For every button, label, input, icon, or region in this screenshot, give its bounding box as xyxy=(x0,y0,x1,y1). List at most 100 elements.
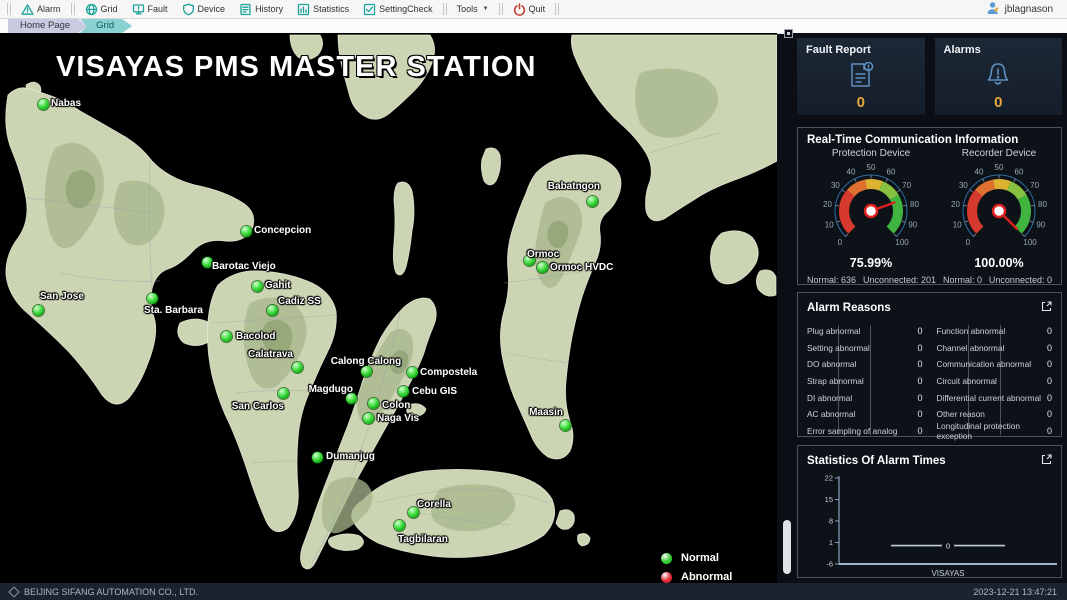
station-label-dumanjug[interactable]: Dumanjug xyxy=(326,451,375,462)
station-label-colon[interactable]: Colon xyxy=(382,400,410,411)
station-label-concepcion[interactable]: Concepcion xyxy=(254,225,311,236)
station-label-bacolod[interactable]: Bacolod xyxy=(236,331,275,342)
station-label-corella[interactable]: Corella xyxy=(417,499,451,510)
svg-text:0: 0 xyxy=(838,238,843,247)
station-dot-cebu-gis[interactable] xyxy=(398,386,409,397)
station-dot-naga-vis[interactable] xyxy=(363,413,374,424)
alarms-card[interactable]: Alarms 0 xyxy=(935,38,1063,115)
gauge-device-label: Protection Device xyxy=(832,148,910,159)
device-icon xyxy=(182,3,195,16)
alarm-reason-label: Channel abnormal xyxy=(937,343,1005,353)
map-legend: NormalAbnormal xyxy=(661,552,732,583)
history-icon xyxy=(239,3,252,16)
station-label-barotac-viejo[interactable]: Barotac Viejo xyxy=(212,261,276,272)
toolbar-separator xyxy=(71,3,75,15)
station-dot-san-jose[interactable] xyxy=(33,305,44,316)
station-dot-san-carlos[interactable] xyxy=(278,388,289,399)
comm-panel-title: Real-Time Communication Information xyxy=(807,134,1052,146)
alarm-reasons-expand-icon[interactable] xyxy=(1041,299,1052,317)
station-dot-barotac-viejo[interactable] xyxy=(202,257,213,268)
toolbar-button-device[interactable]: Device xyxy=(175,1,233,17)
station-dot-concepcion[interactable] xyxy=(241,226,252,237)
vertical-scrollbar-thumb[interactable] xyxy=(783,520,791,574)
toolbar-label-fault: Fault xyxy=(148,4,168,14)
station-label-cadiz-ss[interactable]: Cadiz SS xyxy=(278,296,321,307)
station-label-babatngon[interactable]: Babatngon xyxy=(548,181,600,192)
station-label-cebu-gis[interactable]: Cebu GIS xyxy=(412,386,457,397)
tab-grid[interactable]: Grid xyxy=(80,19,132,33)
station-label-compostela[interactable]: Compostela xyxy=(420,367,477,378)
comm-stat: Normal: 0 xyxy=(943,275,982,285)
station-label-maasin[interactable]: Maasin xyxy=(529,407,563,418)
toolbar-button-alarm[interactable]: Alarm xyxy=(14,1,68,17)
toolbar-button-statistics[interactable]: Statistics xyxy=(290,1,356,17)
toolbar-label-settingcheck: SettingCheck xyxy=(379,4,433,14)
station-label-gahit[interactable]: Gahit xyxy=(265,280,291,291)
station-label-magdugo[interactable]: Magdugo xyxy=(309,384,353,395)
alarm-reason-value: 0 xyxy=(917,326,922,336)
toolbar-button-settingcheck[interactable]: SettingCheck xyxy=(356,1,440,17)
svg-text:40: 40 xyxy=(975,168,984,177)
alarm-reason-label: AC abnormal xyxy=(807,409,855,419)
station-label-naga-vis[interactable]: Naga Vis xyxy=(377,413,419,424)
toolbar-button-fault[interactable]: Fault xyxy=(125,1,175,17)
station-dot-maasin[interactable] xyxy=(560,420,571,431)
alarm-reason-label: Strap abnormal xyxy=(807,376,864,386)
station-dot-dumanjug[interactable] xyxy=(312,452,323,463)
station-dot-calatrava[interactable] xyxy=(292,362,303,373)
svg-text:10: 10 xyxy=(825,220,834,229)
alarm-reasons-columns: Plug abnormal0Setting abnormal0DO abnorm… xyxy=(807,323,1052,439)
alarm-reason-label: Longitudinal protection exception xyxy=(937,421,1047,441)
username-label: jblagnason xyxy=(1005,4,1053,15)
toolbar-button-tools[interactable]: Tools▼ xyxy=(450,1,496,17)
alarm-reason-value: 0 xyxy=(1047,359,1052,369)
alarm-reason-row: Function abnormal0 xyxy=(937,323,1053,340)
station-dot-tagbilaran[interactable] xyxy=(394,520,405,531)
toolbar-label-alarm: Alarm xyxy=(37,4,61,14)
station-label-sta-barbara[interactable]: Sta. Barbara xyxy=(144,305,203,316)
station-dot-ormoc-hvdc[interactable] xyxy=(537,262,548,273)
station-dot-sta-barbara[interactable] xyxy=(147,293,158,304)
station-label-tagbilaran[interactable]: Tagbilaran xyxy=(398,534,448,545)
map-title: VISAYAS PMS MASTER STATION xyxy=(56,51,536,84)
station-label-san-carlos[interactable]: San Carlos xyxy=(232,401,284,412)
station-label-nabas[interactable]: Nabas xyxy=(51,98,81,109)
station-label-ormoc[interactable]: Ormoc xyxy=(527,249,559,260)
alarm-statistics-panel: Statistics Of Alarm Times 221581-60VISAY… xyxy=(797,445,1062,578)
legend-normal-dot xyxy=(661,553,672,564)
company-name: BEIJING SIFANG AUTOMATION CO., LTD. xyxy=(24,587,198,597)
toolbar-label-quit: Quit xyxy=(529,4,546,14)
fault-report-title: Fault Report xyxy=(806,44,916,56)
station-dot-bacolod[interactable] xyxy=(221,331,232,342)
panel-collapse-button[interactable] xyxy=(784,29,793,38)
toolbar-button-history[interactable]: History xyxy=(232,1,290,17)
toolbar-button-grid[interactable]: Grid xyxy=(78,1,125,17)
station-label-san-jose[interactable]: San Jose xyxy=(40,291,84,302)
station-dot-gahit[interactable] xyxy=(252,281,263,292)
toolbar-label-tools: Tools xyxy=(457,4,478,14)
status-bar: BEIJING SIFANG AUTOMATION CO., LTD. 2023… xyxy=(0,583,1067,600)
svg-text:22: 22 xyxy=(825,474,833,483)
station-dot-colon[interactable] xyxy=(368,398,379,409)
station-dot-babatngon[interactable] xyxy=(587,196,598,207)
toolbar-separator xyxy=(499,3,503,15)
alarm-statistics-expand-icon[interactable] xyxy=(1041,452,1052,470)
station-dot-cadiz-ss[interactable] xyxy=(267,305,278,316)
svg-text:100: 100 xyxy=(895,238,909,247)
svg-text:8: 8 xyxy=(829,517,833,526)
station-dot-nabas[interactable] xyxy=(38,99,49,110)
map-area[interactable]: VISAYAS PMS MASTER STATION Nabas Concepci… xyxy=(0,33,777,583)
station-label-ormoc-hvdc[interactable]: Ormoc HVDC xyxy=(550,262,613,273)
tab-home-page[interactable]: Home Page xyxy=(8,19,88,33)
alarm-reason-row: DI abnormal0 xyxy=(807,389,923,406)
station-dot-calong-calong[interactable] xyxy=(361,366,372,377)
comm-stat: Normal: 636 xyxy=(807,275,856,285)
toolbar-button-quit[interactable]: Quit xyxy=(506,1,553,17)
legend-abnormal-label: Abnormal xyxy=(681,571,732,583)
fault-report-card[interactable]: Fault Report 0 xyxy=(797,38,925,115)
station-label-calong-calong[interactable]: Calong Calong xyxy=(331,356,402,367)
station-label-calatrava[interactable]: Calatrava xyxy=(248,349,293,360)
user-area[interactable]: jblagnason xyxy=(986,0,1053,18)
station-dot-compostela[interactable] xyxy=(407,367,418,378)
gauge-dial: 0102030405060708090100 xyxy=(807,159,935,260)
